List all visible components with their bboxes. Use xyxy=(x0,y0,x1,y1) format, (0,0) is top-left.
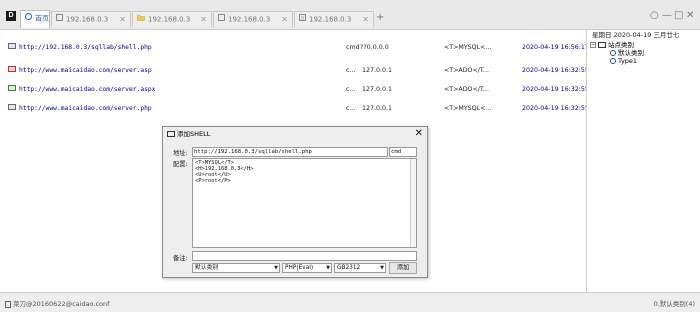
tab-label: 192.168.0.3 xyxy=(309,15,352,24)
add-button[interactable]: 添加 xyxy=(389,262,417,274)
shell-time: 2020-04-19 16:32:55 xyxy=(522,86,586,93)
table-row[interactable]: http://www.maicaidao.com/server.php c...… xyxy=(2,103,586,115)
password-input[interactable]: cmd xyxy=(389,147,417,157)
shell-time: 2020-04-19 16:32:55 xyxy=(522,105,586,112)
table-row[interactable]: http://www.maicaidao.com/server.aspx c..… xyxy=(2,84,586,96)
tree-root[interactable]: − 站点类别 xyxy=(590,41,634,49)
status-bar: 菜刀@20160622@caidao.conf 0.默认类别(4) xyxy=(0,292,700,312)
php-icon xyxy=(8,43,16,49)
shell-config: <T>MYSQL<... xyxy=(444,105,492,112)
scrollbar[interactable] xyxy=(410,159,416,247)
tab-bar: D 首页 192.168.0.3 ✕ 192.168.0.3 ✕ 192.168… xyxy=(0,0,700,30)
tab-shell-3[interactable]: 192.168.0.3 ✕ xyxy=(213,11,293,27)
globe-icon xyxy=(610,58,616,64)
add-shell-dialog: 添加SHELL ✕ 地址: http://192.168.0.3/sqllab/… xyxy=(162,126,428,278)
config-textarea[interactable]: <T>MYSQL</T> <H>192.168.0.3</H> <U>root<… xyxy=(192,158,417,248)
config-text: <T>MYSQL</T> <H>192.168.0.3</H> <U>root<… xyxy=(195,160,254,184)
tab-shell-2[interactable]: 192.168.0.3 ✕ xyxy=(132,11,212,27)
shell-config: <T>ADO</T... xyxy=(444,86,490,93)
table-row[interactable]: http://www.maicaidao.com/server.asp c...… xyxy=(2,65,586,77)
home-icon xyxy=(25,11,32,26)
close-icon[interactable]: ✕ xyxy=(415,127,423,141)
shell-url[interactable]: http://www.maicaidao.com/server.asp xyxy=(8,65,338,77)
tree-item-type1[interactable]: Type1 xyxy=(610,57,637,65)
shell-time: 2020-04-19 16:56:17 xyxy=(522,44,586,51)
file-icon xyxy=(218,12,225,27)
address-label: 地址: xyxy=(173,150,188,157)
maximize-button[interactable]: □ xyxy=(674,10,683,22)
tab-label: 首页 xyxy=(35,14,49,23)
encoding-select[interactable]: GB2312 ▼ xyxy=(334,263,386,273)
shell-ip: ??0.0.0.0 xyxy=(360,44,389,51)
shell-ip: 127.0.0.1 xyxy=(362,67,393,74)
tab-home[interactable]: 首页 xyxy=(20,10,50,28)
window-icon xyxy=(167,131,175,137)
tab-label: 192.168.0.3 xyxy=(228,15,271,24)
shell-time: 2020-04-19 16:32:55 xyxy=(522,67,586,74)
shell-config: <T>MYSQL<... xyxy=(444,44,492,51)
chevron-down-icon: ▼ xyxy=(380,265,384,271)
add-tab-button[interactable]: + xyxy=(376,12,384,24)
asp-icon xyxy=(8,66,16,72)
dialog-titlebar[interactable]: 添加SHELL ✕ xyxy=(163,127,427,141)
config-label: 配置: xyxy=(173,161,188,168)
tree-root-label: 站点类别 xyxy=(608,41,634,49)
close-icon[interactable]: ✕ xyxy=(119,12,126,27)
panel-divider[interactable] xyxy=(586,30,587,292)
shell-url[interactable]: http://www.maicaidao.com/server.php xyxy=(8,103,338,115)
tree-item-default[interactable]: 默认类别 xyxy=(610,49,644,57)
status-config: 菜刀@20160622@caidao.conf xyxy=(5,298,109,308)
restore-icon[interactable]: ○ xyxy=(650,10,659,22)
close-icon[interactable]: ✕ xyxy=(281,12,288,27)
aspx-icon xyxy=(8,85,16,91)
table-row[interactable]: http://192.168.0.3/sqllab/shell.php cmd … xyxy=(2,42,586,54)
shell-ip: 127.0.0.1 xyxy=(362,105,393,112)
app-logo-icon: D xyxy=(6,11,16,21)
url-input[interactable]: http://192.168.0.3/sqllab/shell.php xyxy=(192,147,388,157)
chevron-down-icon: ▼ xyxy=(326,265,330,271)
dialog-title: 添加SHELL xyxy=(177,130,211,138)
minimize-button[interactable]: — xyxy=(662,10,672,22)
file-icon xyxy=(56,12,63,27)
script-type-select[interactable]: PHP(Eval) ▼ xyxy=(282,263,332,273)
date-display: 星期日 2020-04-19 三月廿七 xyxy=(592,31,680,39)
chevron-down-icon: ▼ xyxy=(274,265,278,271)
close-window-button[interactable]: ✕ xyxy=(686,10,694,22)
folder-icon xyxy=(137,12,145,27)
tab-shell-4[interactable]: 192.168.0.3 ✕ xyxy=(294,11,374,27)
database-icon xyxy=(5,300,11,308)
close-icon[interactable]: ✕ xyxy=(200,12,207,27)
globe-icon xyxy=(610,50,616,56)
tab-label: 192.168.0.3 xyxy=(66,15,109,24)
note-input[interactable] xyxy=(192,251,417,261)
file-icon xyxy=(299,12,306,27)
folder-icon xyxy=(598,42,606,48)
shell-ip: 127.0.0.1 xyxy=(362,86,393,93)
close-icon[interactable]: ✕ xyxy=(362,12,369,27)
status-count: 0.默认类别(4) xyxy=(653,300,695,308)
tab-label: 192.168.0.3 xyxy=(148,15,191,24)
shell-url[interactable]: http://192.168.0.3/sqllab/shell.php xyxy=(8,42,338,54)
shell-url[interactable]: http://www.maicaidao.com/server.aspx xyxy=(8,84,338,96)
tab-shell-1[interactable]: 192.168.0.3 ✕ xyxy=(51,11,131,27)
collapse-icon[interactable]: − xyxy=(590,42,596,48)
category-select[interactable]: 默认类别 ▼ xyxy=(192,263,280,273)
shell-config: <T>ADO</T... xyxy=(444,67,490,74)
php-icon xyxy=(8,104,16,110)
note-label: 备注: xyxy=(173,255,188,262)
